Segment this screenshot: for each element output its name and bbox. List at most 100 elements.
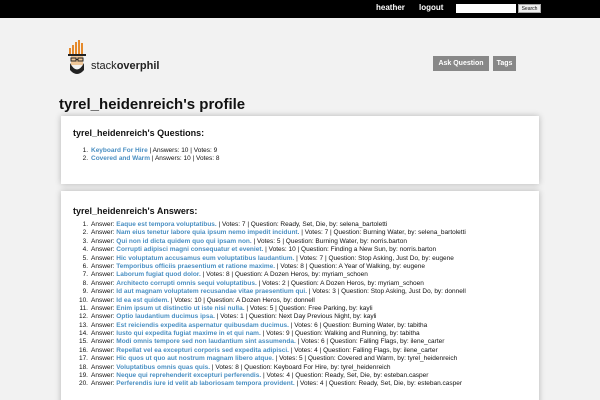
answer-prefix: Answer: <box>91 313 117 321</box>
question-item: 2. Covered and Warm | Answers: 10 | Votes… <box>83 155 220 163</box>
answer-meta: | Votes: 8 | Question: A Year of Walking… <box>275 262 425 270</box>
answer-link[interactable]: Enim ipsum ut distinctio ut iste nisi nu… <box>116 305 244 312</box>
answer-link[interactable]: Qui non id dicta quidem quo qui ipsam no… <box>116 238 251 245</box>
answer-link[interactable]: Optio laudantium ducimus ipsa. <box>116 313 215 320</box>
answers-list: 1. Answer: Eaque est tempora voluptatibus… <box>79 221 466 389</box>
answer-meta: | Votes: 10 | Question: Finding a New Su… <box>263 246 437 254</box>
answer-prefix: Answer: <box>91 246 117 254</box>
list-number: 7. <box>82 271 88 279</box>
questions-heading: tyrel_heidenreich's Questions: <box>73 128 205 138</box>
answer-item: 16. Answer: Repellat vel ea excepturi cor… <box>79 346 466 355</box>
answer-item: 1. Answer: Eaque est tempora voluptatibus… <box>83 221 466 229</box>
answer-link[interactable]: Eaque est tempora voluptatibus. <box>116 221 216 228</box>
answer-prefix: Answer: <box>91 237 117 245</box>
answer-link[interactable]: Id ea est quidem. <box>116 297 169 304</box>
answers-heading: tyrel_heidenreich's Answers: <box>73 206 198 216</box>
answer-link[interactable]: Repellat vel ea excepturi corporis sed e… <box>116 347 289 354</box>
answer-prefix: Answer: <box>91 321 117 329</box>
list-number: 2. <box>82 155 88 163</box>
answer-prefix: Answer: <box>91 304 117 312</box>
questions-panel: tyrel_heidenreich's Questions: 1. Keyboar… <box>61 116 539 184</box>
logo-icon[interactable] <box>66 40 90 88</box>
answer-meta: | Votes: 7 | Question: Ready, Set, Die, … <box>216 221 388 228</box>
brand-name-prefix: stack <box>91 60 117 72</box>
answer-prefix: Answer: <box>91 271 117 279</box>
answer-prefix: Answer: <box>91 372 117 380</box>
brand-name[interactable]: stackoverphil <box>91 60 159 72</box>
answer-prefix: Answer: <box>91 279 117 287</box>
answer-meta: | Votes: 4 | Question: Falling Flags, by… <box>288 346 438 354</box>
list-number: 15. <box>78 338 88 346</box>
answer-link[interactable]: Nam eius tenetur labore quia ipsum nemo … <box>116 229 299 236</box>
answer-link[interactable]: Neque qui reprehenderit excepturi perfer… <box>116 372 261 379</box>
list-number: 4. <box>82 246 88 254</box>
question-link[interactable]: Keyboard For Hire <box>91 147 148 154</box>
answer-link[interactable]: Voluptatibus omnis quas quis. <box>116 364 210 371</box>
answer-item: 19. Answer: Neque qui reprehenderit excep… <box>79 372 466 380</box>
answer-meta: | Votes: 9 | Question: Walking and Runni… <box>260 330 420 338</box>
answer-meta: | Votes: 1 | Question: Next Day Previous… <box>214 313 377 321</box>
answer-item: 4. Answer: Corrupti adipisci magni conseq… <box>83 246 466 254</box>
answer-meta: | Votes: 7 | Question: Stop Asking, Just… <box>294 254 454 262</box>
questions-list: 1. Keyboard For Hire | Answers: 10 | Vote… <box>83 147 220 164</box>
question-meta: | Answers: 10 | Votes: 8 <box>150 155 220 163</box>
list-number: 16. <box>78 346 88 354</box>
answer-prefix: Answer: <box>91 296 117 304</box>
top-navbar: heather logout Search <box>0 0 600 18</box>
question-meta: | Answers: 10 | Votes: 9 <box>147 147 218 154</box>
answer-meta: | Votes: 5 | Question: Burning Water, by… <box>251 237 407 245</box>
answer-prefix: Answer: <box>91 380 117 388</box>
answer-item: 7. Answer: Laborum fugiat quod dolor. | V… <box>83 271 466 279</box>
answer-link[interactable]: Hic quos ut quo aut nostrum magnam liber… <box>116 355 273 362</box>
logout-link[interactable]: logout <box>419 3 443 12</box>
answer-prefix: Answer: <box>91 363 117 371</box>
list-number: 3. <box>82 237 88 245</box>
answer-meta: | Votes: 2 | Question: A Dozen Heros, by… <box>256 279 424 287</box>
list-number: 11. <box>79 304 88 312</box>
list-number: 12. <box>78 313 88 321</box>
answer-link[interactable]: Perferendis iure id velit ab laboriosam … <box>116 380 294 387</box>
answer-item: 20. Answer: Perferendis iure id velit ab … <box>79 380 466 388</box>
answer-link[interactable]: Est reiciendis expedita aspernatur quibu… <box>116 322 289 329</box>
answer-link[interactable]: Corrupti adipisci magni consequatur et e… <box>116 246 263 253</box>
answer-link[interactable]: Id aut magnam voluptatem recusandae vita… <box>116 288 307 295</box>
answer-meta: | Votes: 4 | Question: Ready, Set, Die, … <box>261 372 429 380</box>
answer-prefix: Answer: <box>91 355 117 363</box>
answer-item: 17. Answer: Hic quos ut quo aut nostrum m… <box>79 355 466 363</box>
list-number: 14. <box>78 330 88 338</box>
answer-link[interactable]: Modi omnis tempore sed non laudantium si… <box>116 338 296 345</box>
answer-prefix: Answer: <box>91 262 117 270</box>
answer-item: 13. Answer: Est reiciendis expedita asper… <box>79 321 466 330</box>
answer-item: 15. Answer: Modi omnis tempore sed non la… <box>79 338 466 346</box>
answer-meta: | Votes: 3 | Question: Stop Asking, Just… <box>307 288 466 296</box>
search-button[interactable]: Search <box>518 4 541 13</box>
answer-link[interactable]: Iusto qui expedita fugiat maxime in et q… <box>116 330 260 337</box>
list-number: 8. <box>82 279 88 287</box>
answer-link[interactable]: Temporibus officiis praesentium et ratio… <box>116 263 275 270</box>
user-profile-link[interactable]: heather <box>376 3 405 12</box>
answer-item: 12. Answer: Optio laudantium ducimus ipsa… <box>79 313 466 321</box>
answer-prefix: Answer: <box>91 346 117 354</box>
answer-item: 3. Answer: Qui non id dicta quidem quo qu… <box>83 237 466 246</box>
answer-prefix: Answer: <box>91 288 117 296</box>
answer-meta: | Votes: 8 | Question: A Dozen Heros, by… <box>200 271 368 279</box>
ask-question-button[interactable]: Ask Question <box>433 56 489 71</box>
list-number: 19. <box>78 372 88 380</box>
answer-prefix: Answer: <box>91 229 117 237</box>
answer-meta: | Votes: 6 | Question: Falling Flags, by… <box>295 338 445 346</box>
answer-item: 2. Answer: Nam eius tenetur labore quia i… <box>83 229 466 237</box>
answer-link[interactable]: Hic voluptatum accusamus eum voluptatibu… <box>116 255 294 262</box>
question-link[interactable]: Covered and Warm <box>91 155 150 162</box>
list-number: 17. <box>78 355 88 363</box>
search-input[interactable] <box>456 4 516 13</box>
list-number: 5. <box>82 254 88 262</box>
list-number: 20. <box>78 380 88 388</box>
list-number: 10. <box>78 296 88 304</box>
answer-link[interactable]: Architecto corrupti omnis sequi voluptat… <box>116 280 257 287</box>
answer-prefix: Answer: <box>91 221 117 228</box>
answer-meta: | Votes: 5 | Question: Covered and Warm,… <box>273 355 458 363</box>
answer-meta: | Votes: 4 | Question: Ready, Set, Die, … <box>294 380 463 388</box>
answer-item: 18. Answer: Voluptatibus omnis quas quis.… <box>79 363 466 372</box>
answer-link[interactable]: Laborum fugiat quod dolor. <box>116 271 201 278</box>
tags-button[interactable]: Tags <box>493 56 516 71</box>
